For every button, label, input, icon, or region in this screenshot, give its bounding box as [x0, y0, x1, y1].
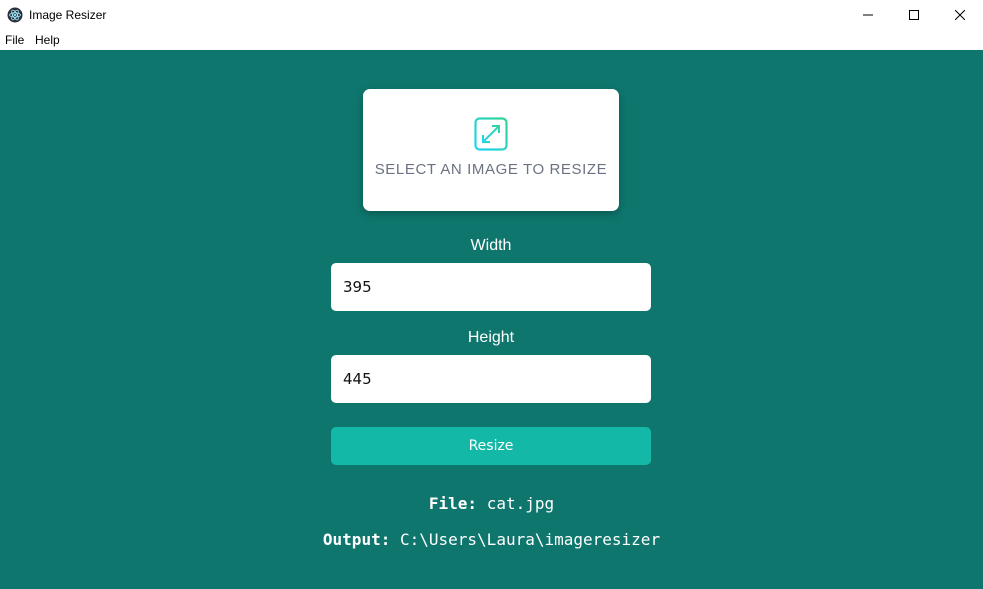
output-label: Output: [322, 530, 391, 549]
width-input[interactable] [331, 263, 651, 311]
resize-button[interactable]: Resize [331, 427, 651, 465]
maximize-button[interactable] [891, 0, 937, 30]
file-info: File: cat.jpg [0, 494, 983, 513]
close-button[interactable] [937, 0, 983, 30]
maximize-icon [909, 10, 919, 20]
title-bar: Image Resizer [0, 0, 983, 30]
select-image-label: SELECT AN IMAGE TO RESIZE [374, 161, 608, 178]
main-content: SELECT AN IMAGE TO RESIZE Width Height R… [0, 50, 983, 589]
select-image-button[interactable]: SELECT AN IMAGE TO RESIZE [363, 89, 619, 211]
menu-file[interactable]: File [5, 32, 24, 48]
height-input[interactable] [331, 355, 651, 403]
menu-help[interactable]: Help [35, 32, 60, 48]
electron-atom-icon [7, 7, 23, 23]
width-label: Width [470, 237, 512, 254]
menu-bar: File Help [0, 30, 983, 50]
app-window: Image Resizer File Help SELECT AN IMAGE … [0, 0, 983, 589]
close-icon [955, 10, 965, 20]
output-info: Output: C:\Users\Laura\imageresizer [0, 530, 983, 549]
file-label: File: [428, 494, 478, 513]
output-path: C:\Users\Laura\imageresizer [399, 530, 661, 549]
expand-arrows-icon [474, 117, 508, 151]
window-title: Image Resizer [29, 8, 107, 22]
minimize-icon [863, 14, 873, 16]
minimize-button[interactable] [845, 0, 891, 30]
height-label: Height [467, 329, 515, 346]
file-name: cat.jpg [486, 494, 555, 513]
